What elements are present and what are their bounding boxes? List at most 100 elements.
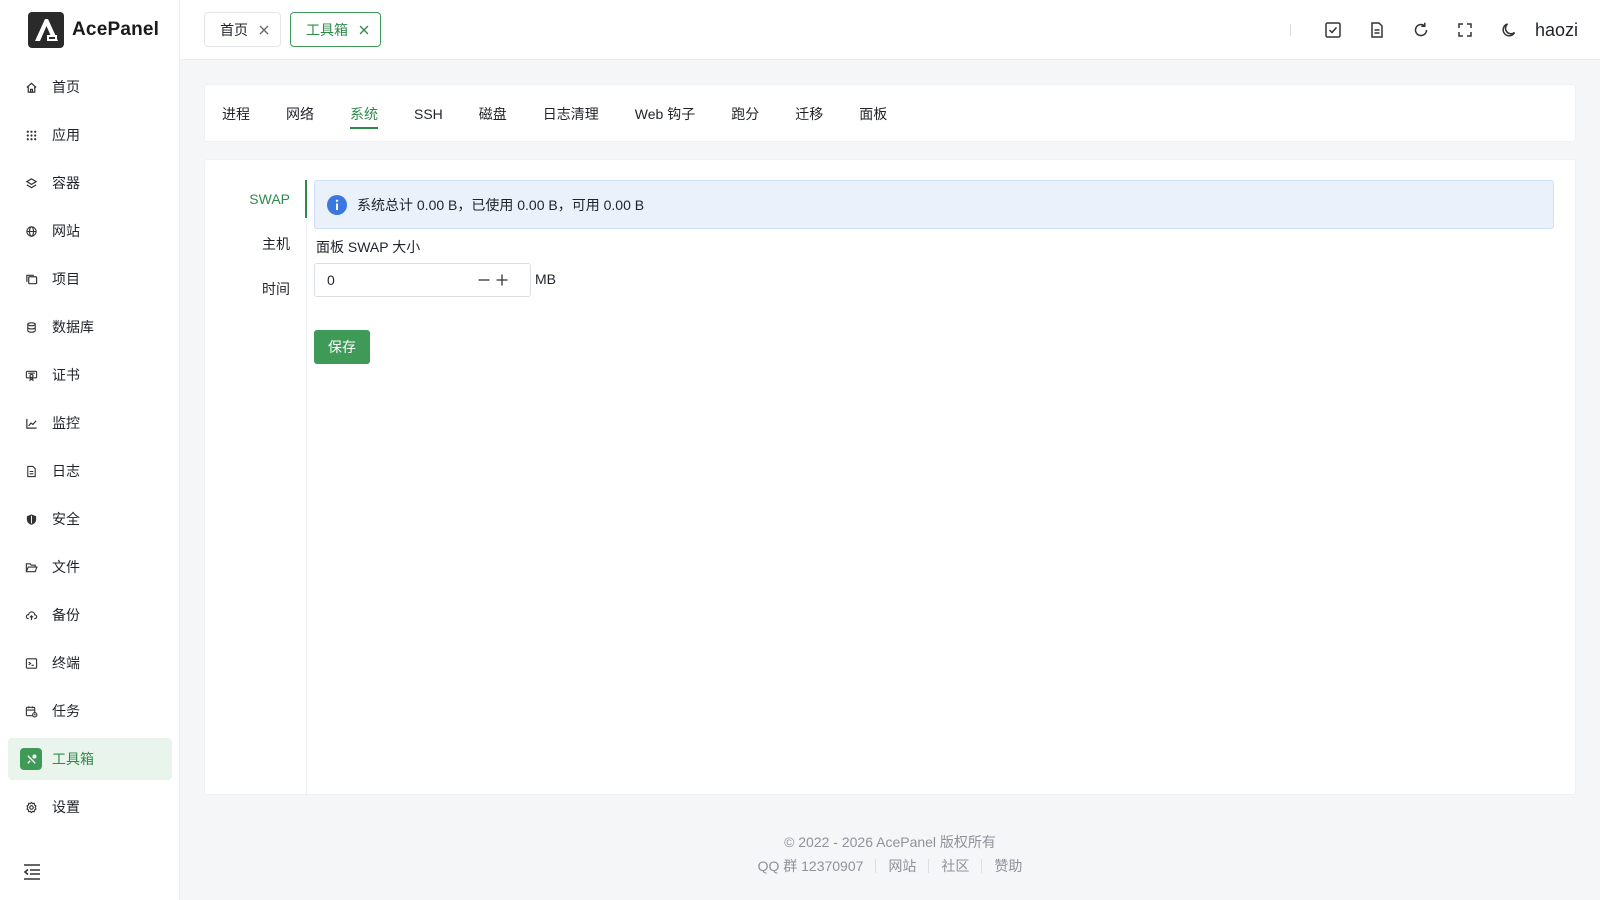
top-bar: 首页 工具箱 haozi (180, 0, 1600, 60)
sidebar-item-label: 任务 (52, 703, 80, 719)
sidebar-item-certificates[interactable]: 证书 (8, 354, 172, 396)
document-icon[interactable] (1355, 16, 1399, 44)
tab-toolbox[interactable]: 工具箱 (290, 12, 381, 47)
side-tab-host[interactable]: 主机 (227, 225, 306, 270)
sidebar-item-label: 监控 (52, 415, 80, 431)
sidebar-item-files[interactable]: 文件 (8, 546, 172, 588)
calendar-task-icon (20, 700, 42, 722)
sidebar-item-database[interactable]: 数据库 (8, 306, 172, 348)
sidebar-item-tasks[interactable]: 任务 (8, 690, 172, 732)
footer: © 2022 - 2026 AcePanel 版权所有 QQ 群 1237090… (180, 832, 1600, 876)
tab-benchmark[interactable]: 跑分 (731, 85, 759, 143)
sidebar-item-websites[interactable]: 网站 (8, 210, 172, 252)
refresh-icon[interactable] (1399, 16, 1443, 44)
tab-home[interactable]: 首页 (204, 12, 281, 47)
close-icon[interactable] (258, 24, 270, 36)
tab-migrate[interactable]: 迁移 (795, 85, 823, 143)
top-actions: haozi (1289, 16, 1578, 44)
cloud-upload-icon (20, 604, 42, 626)
sidebar-item-label: 备份 (52, 607, 80, 623)
qq-group-text: QQ 群 12370907 (757, 858, 864, 874)
sidebar-item-toolbox[interactable]: 工具箱 (8, 738, 172, 780)
sidebar-nav: 首页 应用 容器 网站 项目 数据库 证书 监控 日志 安全 文件 备份 终端 … (8, 66, 172, 834)
tab-network[interactable]: 网络 (286, 85, 314, 143)
sidebar-item-projects[interactable]: 项目 (8, 258, 172, 300)
sidebar-item-label: 文件 (52, 559, 80, 575)
tab-process[interactable]: 进程 (222, 85, 250, 143)
increment-plus-icon[interactable] (493, 271, 511, 289)
sidebar-item-label: 容器 (52, 175, 80, 191)
swap-info-text: 系统总计 0.00 B，已使用 0.00 B，可用 0.00 B (357, 196, 645, 213)
sidebar-item-label: 网站 (52, 223, 80, 239)
tools-icon (20, 748, 42, 770)
sidebar-item-label: 项目 (52, 271, 80, 287)
collapse-sidebar-icon[interactable] (22, 862, 42, 882)
tab-ssh[interactable]: SSH (414, 85, 443, 143)
sidebar-item-label: 应用 (52, 127, 80, 143)
sidebar-item-label: 设置 (52, 799, 80, 815)
sidebar-item-settings[interactable]: 设置 (8, 786, 172, 828)
side-tab-swap[interactable]: SWAP (227, 180, 307, 225)
footer-link-website[interactable]: 网站 (876, 856, 928, 876)
sidebar-item-monitor[interactable]: 监控 (8, 402, 172, 444)
task-check-icon[interactable] (1311, 16, 1355, 44)
side-tab-time[interactable]: 时间 (227, 270, 306, 315)
sidebar-item-terminal[interactable]: 终端 (8, 642, 172, 684)
tab-system[interactable]: 系统 (350, 85, 378, 143)
toolbox-tabs: 进程 网络 系统 SSH 磁盘 日志清理 Web 钩子 跑分 迁移 面板 (205, 85, 1575, 143)
globe-icon (20, 220, 42, 242)
sidebar-item-apps[interactable]: 应用 (8, 114, 172, 156)
sidebar-item-security[interactable]: 安全 (8, 498, 172, 540)
info-icon (327, 194, 347, 215)
swap-info-alert: 系统总计 0.00 B，已使用 0.00 B，可用 0.00 B (314, 180, 1554, 229)
apps-grid-icon (20, 124, 42, 146)
sidebar-item-label: 数据库 (52, 319, 94, 335)
file-text-icon (20, 460, 42, 482)
close-icon[interactable] (358, 24, 370, 36)
save-button[interactable]: 保存 (314, 330, 370, 364)
copyright-text: © 2022 - 2026 AcePanel 版权所有 (784, 834, 996, 850)
sidebar-item-backup[interactable]: 备份 (8, 594, 172, 636)
sidebar-item-label: 证书 (52, 367, 80, 383)
swap-size-label: 面板 SWAP 大小 (316, 239, 421, 255)
footer-link-sponsor[interactable]: 赞助 (982, 856, 1034, 876)
app-name: AcePanel (72, 19, 160, 40)
shield-icon (20, 508, 42, 530)
sidebar-item-label: 日志 (52, 463, 80, 479)
sidebar-item-containers[interactable]: 容器 (8, 162, 172, 204)
swap-size-stepper (314, 263, 531, 297)
app-logo[interactable]: AcePanel (28, 12, 159, 48)
sidebar-item-home[interactable]: 首页 (8, 66, 172, 108)
footer-links: QQ 群 12370907 网站 社区 赞助 (180, 856, 1600, 876)
chart-line-icon (20, 412, 42, 434)
tab-webhook[interactable]: Web 钩子 (635, 85, 695, 143)
layers-icon (20, 172, 42, 194)
swap-unit: MB (535, 271, 556, 287)
toolbox-tabs-card: 进程 网络 系统 SSH 磁盘 日志清理 Web 钩子 跑分 迁移 面板 (204, 84, 1576, 142)
database-icon (20, 316, 42, 338)
divider (1289, 24, 1291, 36)
dark-mode-moon-icon[interactable] (1487, 16, 1531, 44)
user-name[interactable]: haozi (1535, 20, 1578, 41)
swap-size-input[interactable] (315, 265, 475, 295)
sidebar-item-label: 首页 (52, 79, 80, 95)
fullscreen-icon[interactable] (1443, 16, 1487, 44)
logo-mark-icon (28, 12, 64, 48)
tab-label: 工具箱 (306, 21, 348, 38)
folder-open-icon (20, 556, 42, 578)
system-side-tabs: SWAP 主机 时间 (227, 180, 307, 796)
decrement-minus-icon[interactable] (475, 271, 493, 289)
certificate-icon (20, 364, 42, 386)
tab-panel[interactable]: 面板 (859, 85, 887, 143)
sidebar-item-logs[interactable]: 日志 (8, 450, 172, 492)
terminal-icon (20, 652, 42, 674)
sidebar: AcePanel 首页 应用 容器 网站 项目 数据库 证书 监控 日志 安全 … (0, 0, 180, 900)
system-content-card: SWAP 主机 时间 系统总计 0.00 B，已使用 0.00 B，可用 0.0… (204, 159, 1576, 796)
tab-disk[interactable]: 磁盘 (479, 85, 507, 143)
sidebar-item-label: 工具箱 (52, 751, 94, 767)
footer-link-community[interactable]: 社区 (929, 856, 981, 876)
sidebar-item-label: 安全 (52, 511, 80, 527)
gear-icon (20, 796, 42, 818)
tab-log-cleanup[interactable]: 日志清理 (543, 85, 599, 143)
tab-label: 首页 (220, 21, 248, 38)
